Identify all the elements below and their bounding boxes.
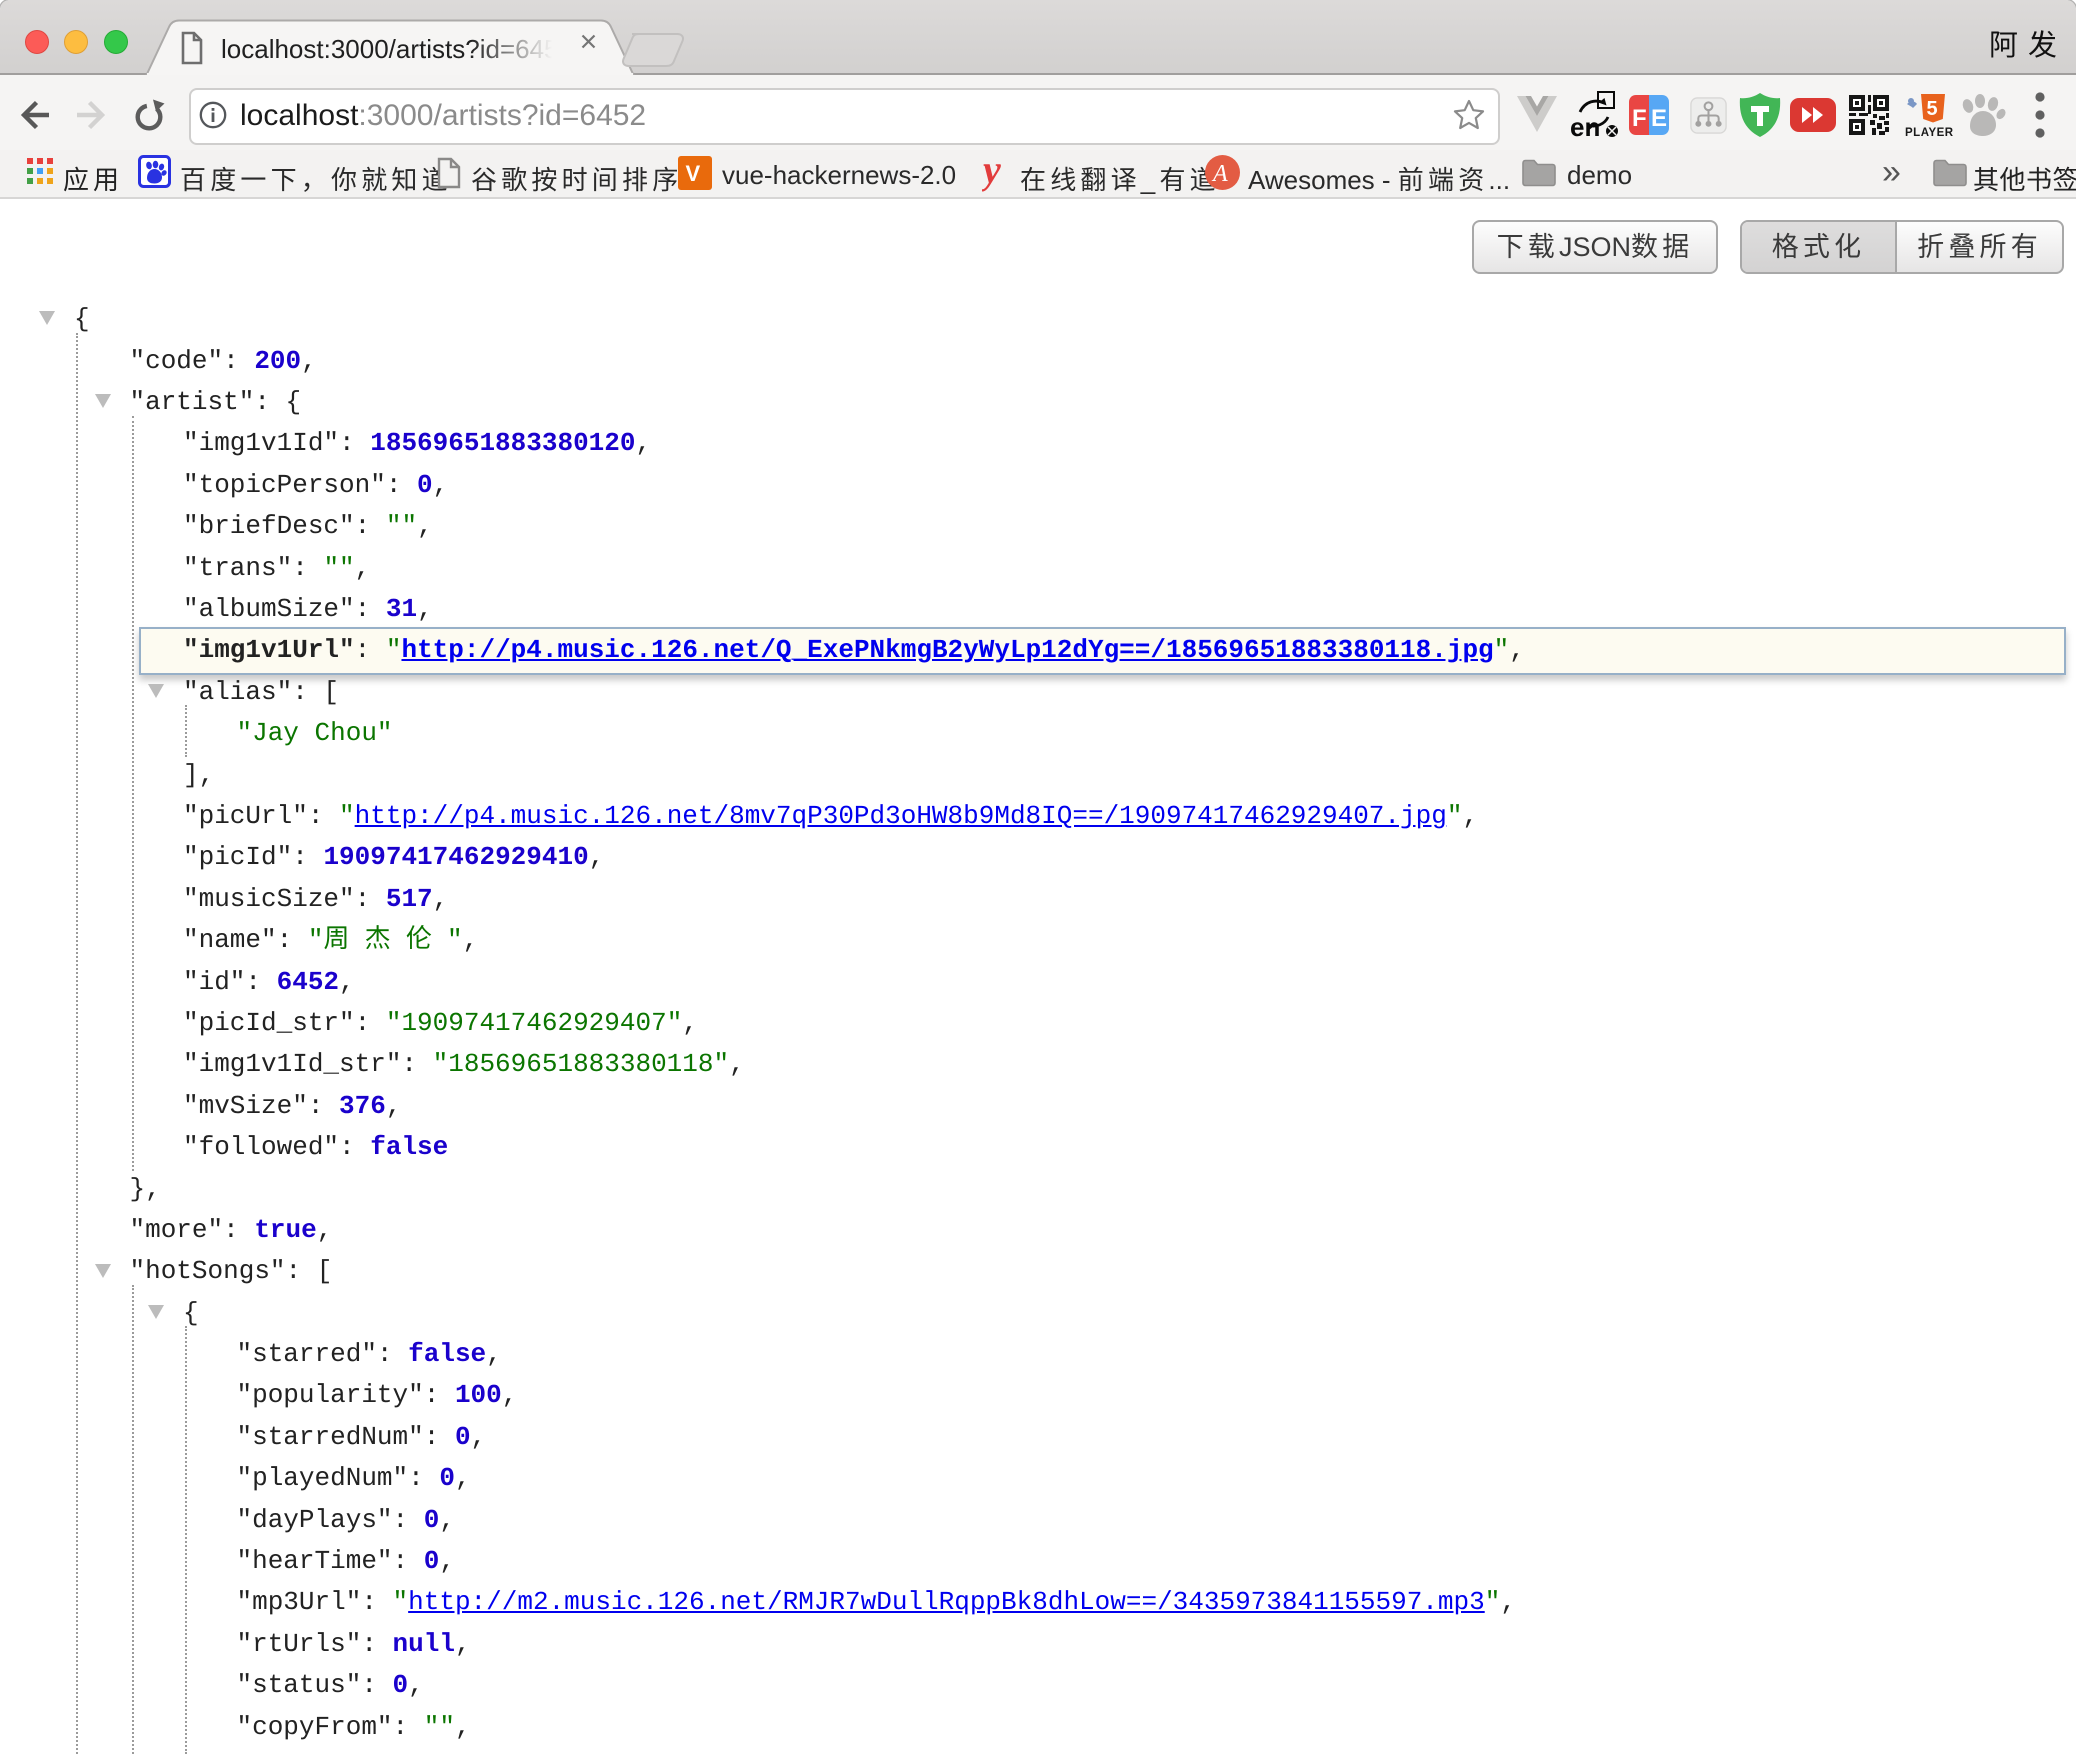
svg-text:V: V xyxy=(686,161,701,186)
svg-text:y: y xyxy=(982,150,1001,192)
svg-text:F: F xyxy=(1632,105,1647,132)
svg-text:PLAYER: PLAYER xyxy=(1905,127,1954,138)
svg-text:A: A xyxy=(1211,161,1228,187)
svg-text:E: E xyxy=(1651,105,1667,132)
svg-text:5: 5 xyxy=(1927,98,1938,120)
